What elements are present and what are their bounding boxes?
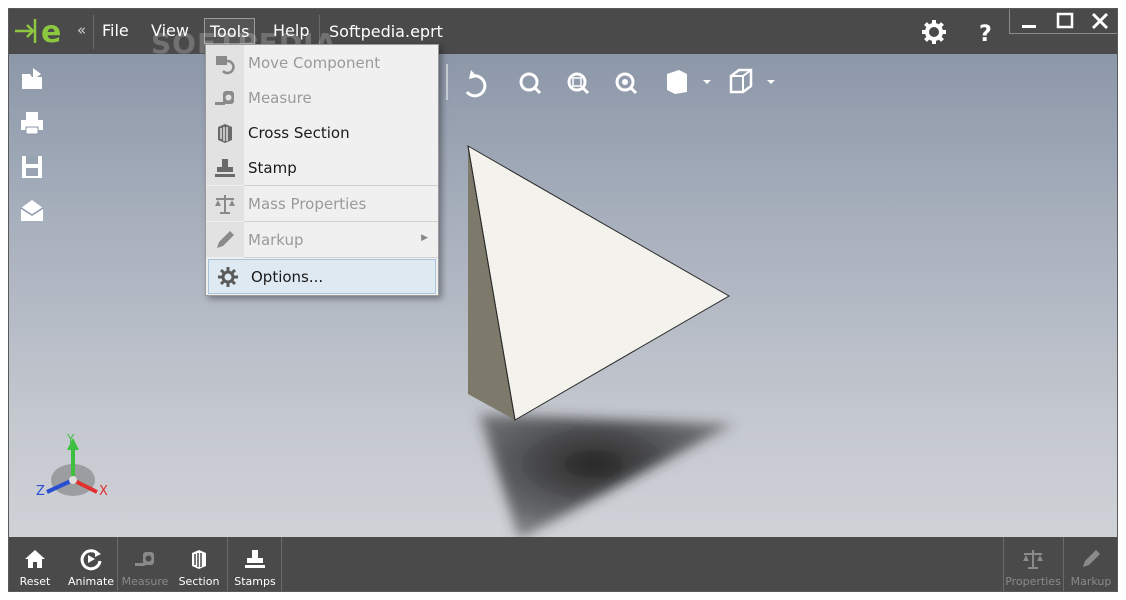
divider: [281, 537, 282, 591]
minimize-icon[interactable]: [1018, 11, 1042, 31]
zoom-area-icon[interactable]: [567, 72, 590, 95]
menu-item-mass-properties[interactable]: Mass Properties: [206, 186, 438, 221]
display-style-icon[interactable]: [729, 68, 775, 94]
animate-icon: [80, 549, 102, 571]
save-icon[interactable]: [17, 152, 47, 182]
zoom-icon[interactable]: [519, 72, 542, 95]
tools-dropdown-menu: Move Component Measure Cross Section Sta…: [205, 44, 439, 296]
properties-button[interactable]: Properties: [1004, 537, 1062, 591]
section-label: Section: [178, 575, 220, 588]
stamps-label: Stamps: [234, 575, 276, 588]
properties-label: Properties: [1005, 575, 1061, 588]
menu-item-move-component[interactable]: Move Component: [206, 45, 438, 80]
divider: [1063, 537, 1064, 591]
section-button[interactable]: Section: [173, 537, 225, 591]
measure-label: Measure: [121, 575, 169, 588]
menu-item-label: Cross Section: [248, 123, 350, 142]
svg-text:e: e: [41, 15, 61, 47]
home-icon: [25, 550, 45, 568]
menu-item-stamp[interactable]: Stamp: [206, 150, 438, 185]
rotate-icon[interactable]: [465, 70, 487, 98]
cross-section-icon: [206, 115, 244, 150]
measure-button[interactable]: Measure: [119, 537, 171, 591]
menu-separator: [244, 257, 438, 258]
menu-item-cross-section[interactable]: Cross Section: [206, 115, 438, 150]
help-icon[interactable]: ?: [971, 17, 1001, 47]
stamp-icon: [245, 550, 265, 568]
zoom-fit-icon[interactable]: [615, 72, 638, 95]
collapse-icon[interactable]: «: [77, 21, 86, 39]
app-window: e « File View Tools Help SOFTPEDIA Softp…: [8, 8, 1118, 592]
print-icon[interactable]: [17, 108, 47, 138]
pencil-icon: [206, 222, 244, 257]
maximize-icon[interactable]: [1054, 11, 1078, 31]
menu-item-label: Markup: [248, 230, 304, 249]
mass-properties-icon: [206, 186, 244, 221]
left-toolbar: [17, 64, 53, 240]
view-toolbar: [446, 64, 775, 100]
submenu-arrow-icon: ▶: [421, 233, 428, 243]
menu-item-label: Stamp: [248, 158, 297, 177]
animate-label: Animate: [67, 575, 115, 588]
stamp-icon: [206, 150, 244, 185]
close-icon[interactable]: [1088, 11, 1112, 31]
bottom-toolbar: Reset Animate Measure Section Stamps Pro…: [9, 537, 1117, 591]
move-component-icon: [206, 45, 244, 80]
mass-properties-icon: [1023, 550, 1043, 569]
window-controls: [1009, 9, 1117, 34]
cross-section-icon: [192, 550, 206, 569]
measure-icon: [135, 552, 154, 566]
app-logo-icon[interactable]: e: [13, 15, 71, 47]
pencil-icon: [1083, 550, 1100, 567]
measure-icon: [206, 80, 244, 115]
axis-z-label: Z: [36, 484, 45, 499]
markup-button[interactable]: Markup: [1065, 537, 1117, 591]
svg-text:?: ?: [979, 22, 992, 47]
animate-button[interactable]: Animate: [65, 537, 117, 591]
axis-x-label: X: [99, 484, 108, 499]
divider: [117, 537, 118, 591]
title-bar: e « File View Tools Help SOFTPEDIA Softp…: [9, 9, 1117, 60]
divider: [227, 537, 228, 591]
gear-icon: [209, 259, 247, 294]
reset-button[interactable]: Reset: [9, 537, 61, 591]
menu-item-options[interactable]: Options...: [208, 259, 436, 294]
reset-label: Reset: [19, 575, 51, 588]
view-orientation-icon[interactable]: [667, 70, 711, 94]
menu-item-label: Move Component: [248, 53, 381, 72]
menu-item-measure[interactable]: Measure: [206, 80, 438, 115]
3d-model-tetrahedron[interactable]: [409, 124, 769, 554]
menu-item-label: Mass Properties: [248, 194, 367, 213]
axis-y-label: Y: [67, 432, 75, 446]
3d-viewport[interactable]: Y X Z: [9, 54, 1117, 539]
divider: [93, 15, 94, 49]
document-title: Softpedia.eprt: [329, 22, 443, 41]
menu-file[interactable]: File: [102, 21, 129, 40]
menu-item-markup[interactable]: Markup ▶: [206, 222, 438, 257]
open-file-icon[interactable]: [17, 64, 47, 94]
menu-item-label: Options...: [251, 267, 324, 286]
email-icon[interactable]: [17, 196, 47, 226]
stamps-button[interactable]: Stamps: [229, 537, 281, 591]
markup-label: Markup: [1070, 575, 1112, 588]
gear-icon[interactable]: [919, 17, 949, 47]
menu-item-label: Measure: [248, 88, 312, 107]
